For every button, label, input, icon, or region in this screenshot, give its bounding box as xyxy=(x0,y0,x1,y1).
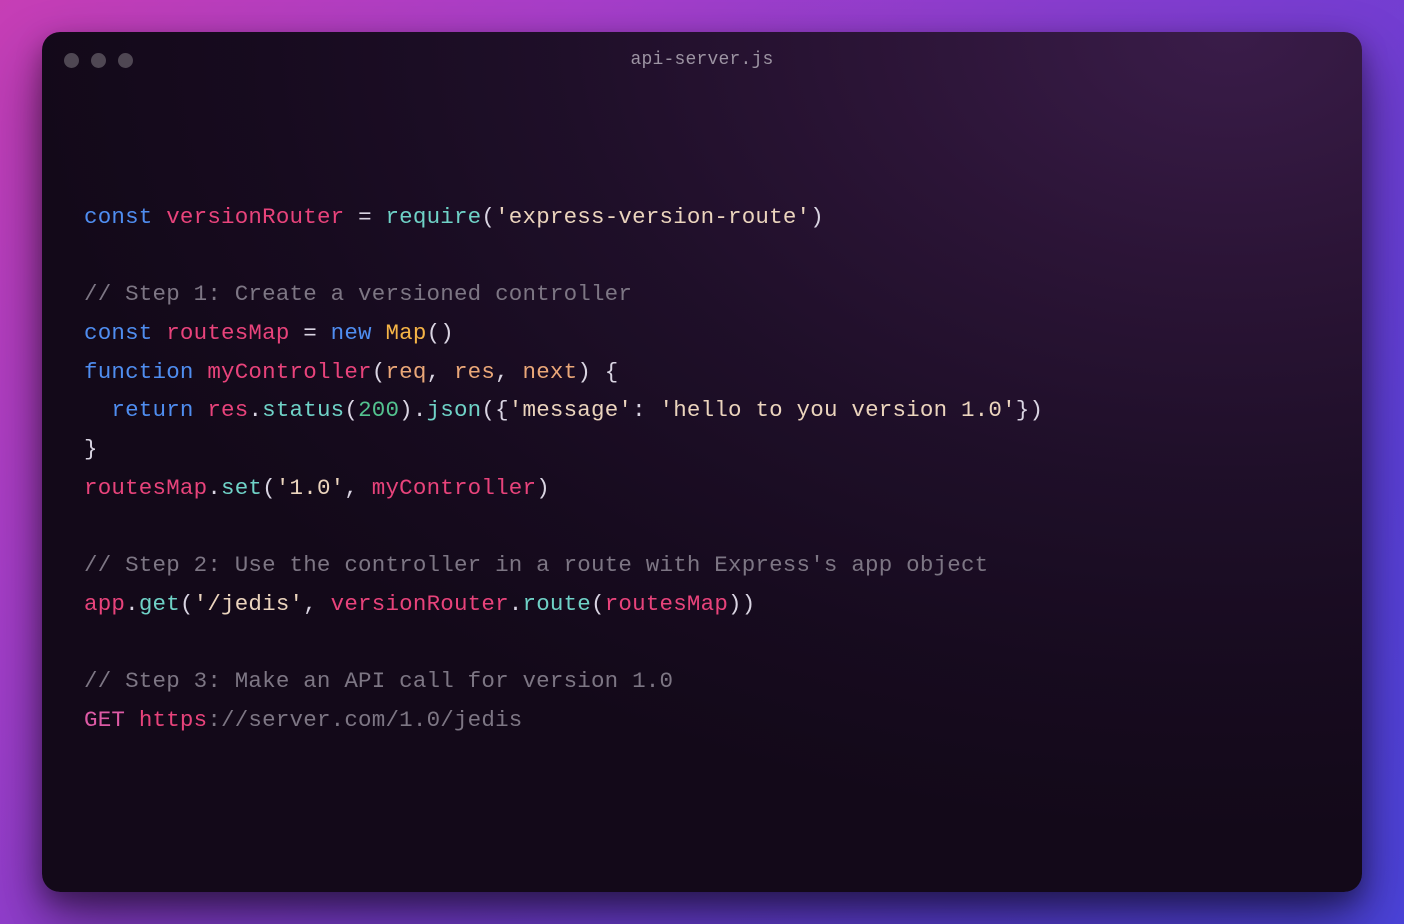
code-token: ) xyxy=(536,475,550,501)
code-token: get xyxy=(139,591,180,617)
code-token: = xyxy=(358,204,372,230)
code-token: . xyxy=(413,397,427,423)
code-token: ) xyxy=(810,204,824,230)
code-token: ) xyxy=(577,359,591,385)
code-token: : xyxy=(632,397,659,423)
code-token: ( xyxy=(262,475,276,501)
code-token: . xyxy=(509,591,523,617)
code-token: ( xyxy=(344,397,358,423)
code-token: return xyxy=(111,397,193,423)
code-token: '1.0' xyxy=(276,475,345,501)
code-token: ( xyxy=(180,591,194,617)
code-token: ( xyxy=(481,204,495,230)
code-token: ) xyxy=(728,591,742,617)
code-token: . xyxy=(248,397,262,423)
code-token: status xyxy=(262,397,344,423)
code-token: next xyxy=(523,359,578,385)
code-token: const xyxy=(84,204,153,230)
code-token: }) xyxy=(1016,397,1043,423)
window-title: api-server.js xyxy=(42,50,1362,70)
code-token: , xyxy=(344,475,371,501)
code-token: ({ xyxy=(481,397,508,423)
code-token: , xyxy=(303,591,330,617)
code-token: 200 xyxy=(358,397,399,423)
code-token: new xyxy=(331,320,372,346)
code-token: ) xyxy=(742,591,756,617)
code-block: const versionRouter = require('express-v… xyxy=(84,198,1320,740)
code-token: require xyxy=(385,204,481,230)
code-token: myController xyxy=(372,475,536,501)
code-comment: // Step 1: Create a versioned controller xyxy=(84,281,632,307)
code-token: const xyxy=(84,320,153,346)
code-token: function xyxy=(84,359,194,385)
code-token: 'express-version-route' xyxy=(495,204,810,230)
titlebar: api-server.js xyxy=(42,32,1362,88)
code-token: . xyxy=(207,475,221,501)
code-token: 'message' xyxy=(509,397,632,423)
code-token: versionRouter xyxy=(331,591,509,617)
code-token: app xyxy=(84,591,125,617)
code-token: res xyxy=(207,397,248,423)
code-token: set xyxy=(221,475,262,501)
code-token: versionRouter xyxy=(166,204,344,230)
code-token: req xyxy=(385,359,426,385)
code-indent xyxy=(84,397,111,423)
code-token: routesMap xyxy=(166,320,289,346)
code-comment: // Step 2: Use the controller in a route… xyxy=(84,552,988,578)
code-token: GET xyxy=(84,707,139,733)
code-token: ://server.com/1.0/jedis xyxy=(207,707,522,733)
code-token: , xyxy=(427,359,454,385)
minimize-icon[interactable] xyxy=(91,53,106,68)
code-token: () xyxy=(427,320,454,346)
code-token: 'hello to you version 1.0' xyxy=(660,397,1016,423)
code-window: api-server.js const versionRouter = requ… xyxy=(42,32,1362,892)
code-token: https xyxy=(139,707,208,733)
code-token: . xyxy=(125,591,139,617)
close-icon[interactable] xyxy=(64,53,79,68)
code-token: routesMap xyxy=(84,475,207,501)
code-token: ( xyxy=(372,359,386,385)
code-token: json xyxy=(427,397,482,423)
code-token: '/jedis' xyxy=(194,591,304,617)
code-token: ) xyxy=(399,397,413,423)
code-token: ( xyxy=(591,591,605,617)
code-token: } xyxy=(84,436,98,462)
code-token: = xyxy=(303,320,317,346)
code-token: , xyxy=(495,359,522,385)
code-editor[interactable]: const versionRouter = require('express-v… xyxy=(42,88,1362,892)
code-token: route xyxy=(523,591,592,617)
maximize-icon[interactable] xyxy=(118,53,133,68)
code-token: res xyxy=(454,359,495,385)
code-comment: // Step 3: Make an API call for version … xyxy=(84,668,673,694)
code-token: myController xyxy=(207,359,371,385)
traffic-lights xyxy=(64,53,133,68)
code-token: { xyxy=(591,359,618,385)
code-token: Map xyxy=(385,320,426,346)
code-token: routesMap xyxy=(605,591,728,617)
